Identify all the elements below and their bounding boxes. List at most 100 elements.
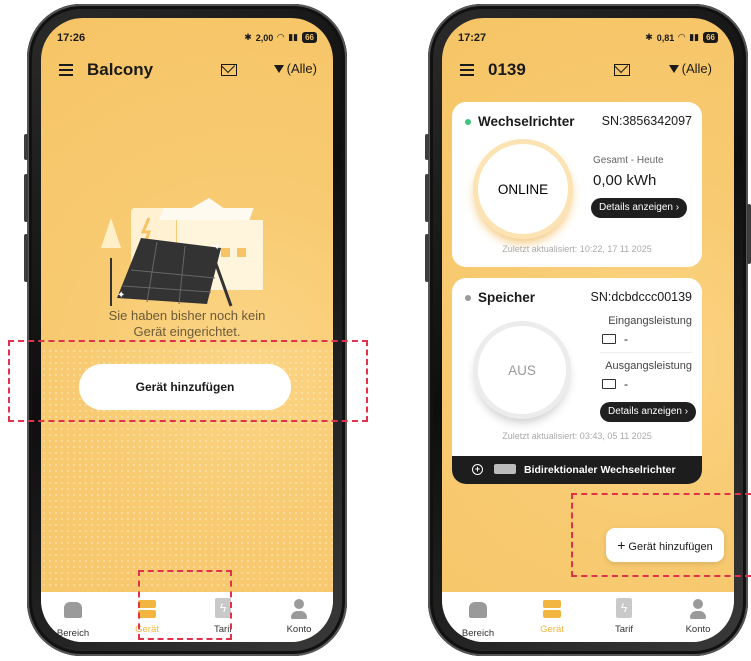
output-value: - — [624, 377, 628, 391]
net-speed: 2,00 — [255, 32, 274, 43]
nav-geraet[interactable]: Gerät — [522, 598, 582, 635]
total-label: Gesamt - Heute — [593, 155, 664, 166]
divider — [600, 352, 692, 353]
nav-label: Gerät — [540, 624, 564, 635]
wifi-icon: ◠ — [277, 32, 285, 42]
inverter-device-icon — [494, 464, 516, 474]
highlight-device-tab — [138, 570, 232, 640]
bottom-nav: Bereich Gerät ϟ Tarif Konto — [442, 592, 734, 642]
details-label: Details anzeigen — [599, 202, 673, 213]
last-updated: Zuletzt aktualisiert: 03:43, 05 11 2025 — [502, 431, 652, 441]
wifi-icon: ◠ — [678, 32, 686, 42]
nav-label: Bereich — [56, 628, 90, 639]
page-title: 0139 — [488, 60, 526, 79]
card-title: Wechselrichter — [478, 114, 575, 129]
status-bar: 17:27 ✱ 0,81 ◠ ▮▮ 66 — [458, 32, 718, 46]
nav-label: Bereich — [461, 628, 495, 639]
details-button[interactable]: Details anzeigen › — [591, 198, 688, 218]
status-icons: ✱ 0,81 ◠ ▮▮ 66 — [645, 32, 718, 43]
output-label: Ausgangsleistung — [605, 360, 692, 372]
status-dot — [465, 295, 471, 301]
nav-label: Konto — [685, 624, 711, 635]
nav-tarif[interactable]: ϟ Tarif — [594, 598, 654, 635]
status-bar: 17:26 ✱ 2,00 ◠ ▮▮ 66 — [57, 32, 317, 46]
highlight-add-device — [8, 340, 368, 422]
status-time: 17:27 — [458, 32, 487, 44]
bluetooth-icon: ✱ — [244, 32, 252, 42]
side-button — [425, 234, 429, 282]
filter-button[interactable]: (Alle) — [668, 61, 712, 76]
filter-icon — [273, 65, 284, 73]
serial-number: SN:dcbdccc00139 — [590, 290, 692, 304]
details-label: Details anzeigen — [608, 406, 682, 417]
net-speed: 0,81 — [656, 32, 675, 43]
nav-label: Konto — [286, 624, 312, 635]
filter-label: (Alle) — [681, 61, 712, 76]
mail-icon[interactable] — [221, 64, 237, 76]
chevron-right-icon: › — [675, 202, 680, 213]
card-title: Speicher — [478, 290, 536, 305]
signal-icon: ▮▮ — [288, 32, 299, 42]
filter-button[interactable]: (Alle) — [273, 61, 317, 76]
status-ring: AUS — [478, 326, 566, 414]
footer-label: Bidirektionaler Wechselrichter — [524, 464, 676, 476]
empty-text-line: Gerät eingerichtet. — [133, 324, 241, 339]
side-button — [24, 174, 28, 222]
input-value: - — [624, 332, 628, 346]
status-dot — [465, 119, 471, 125]
inverter-card[interactable]: Wechselrichter SN:3856342097 ONLINE Gesa… — [452, 102, 702, 267]
account-icon — [687, 598, 709, 620]
menu-icon[interactable] — [460, 64, 474, 76]
side-button — [24, 134, 28, 160]
details-button[interactable]: Details anzeigen › — [600, 402, 697, 422]
home-icon — [62, 602, 84, 624]
storage-card[interactable]: Speicher SN:dcbdccc00139 AUS Eingangslei… — [452, 278, 702, 484]
status-icons: ✱ 2,00 ◠ ▮▮ 66 — [244, 32, 317, 43]
filter-icon — [668, 65, 679, 73]
bidirectional-inverter-bar[interactable]: + Bidirektionaler Wechselrichter — [452, 456, 702, 484]
side-button — [747, 204, 751, 264]
nav-bereich[interactable]: Bereich — [43, 598, 103, 639]
mail-icon[interactable] — [614, 64, 630, 76]
highlight-add-device-right — [571, 493, 751, 577]
battery-icon: 66 — [302, 32, 317, 43]
home-icon — [467, 602, 489, 624]
signal-icon: ▮▮ — [689, 32, 700, 42]
nav-konto[interactable]: Konto — [668, 598, 728, 635]
status-ring: ONLINE — [478, 144, 568, 234]
phone-left: 17:26 ✱ 2,00 ◠ ▮▮ 66 Balcony (Alle) ✦ ✦ … — [24, 4, 347, 656]
svg-text:✦: ✦ — [117, 290, 125, 301]
nav-bereich[interactable]: Bereich — [448, 598, 508, 639]
output-icon — [602, 379, 616, 389]
status-time: 17:26 — [57, 32, 86, 44]
device-icon — [541, 598, 563, 620]
total-value: 0,00 kWh — [593, 172, 657, 189]
side-button — [24, 234, 28, 282]
empty-state-text: Sie haben bisher noch kein Gerät eingeri… — [41, 308, 333, 340]
menu-icon[interactable] — [59, 64, 73, 76]
input-icon — [602, 334, 616, 344]
input-label: Eingangsleistung — [608, 315, 692, 327]
nav-konto[interactable]: Konto — [269, 598, 329, 635]
nav-label: Tarif — [615, 624, 633, 635]
app-header: 0139 (Alle) — [460, 60, 718, 82]
serial-number: SN:3856342097 — [601, 114, 692, 128]
screen-left: 17:26 ✱ 2,00 ◠ ▮▮ 66 Balcony (Alle) ✦ ✦ … — [41, 18, 333, 642]
page-title: Balcony — [87, 60, 154, 79]
side-button — [425, 134, 429, 160]
side-button — [425, 174, 429, 222]
chevron-right-icon: › — [684, 406, 689, 417]
status-text: AUS — [508, 362, 536, 378]
plus-circle-icon: + — [472, 464, 483, 475]
account-icon — [288, 598, 310, 620]
empty-illustration: ✦ ✦ — [101, 198, 263, 307]
svg-text:✦: ✦ — [213, 242, 221, 253]
bluetooth-icon: ✱ — [645, 32, 653, 42]
status-text: ONLINE — [497, 181, 549, 197]
battery-icon: 66 — [703, 32, 718, 43]
tarif-icon: ϟ — [613, 598, 635, 620]
app-header: Balcony (Alle) — [59, 60, 317, 82]
empty-text-line: Sie haben bisher noch kein — [108, 308, 266, 323]
last-updated: Zuletzt aktualisiert: 10:22, 17 11 2025 — [502, 244, 652, 254]
filter-label: (Alle) — [286, 61, 317, 76]
